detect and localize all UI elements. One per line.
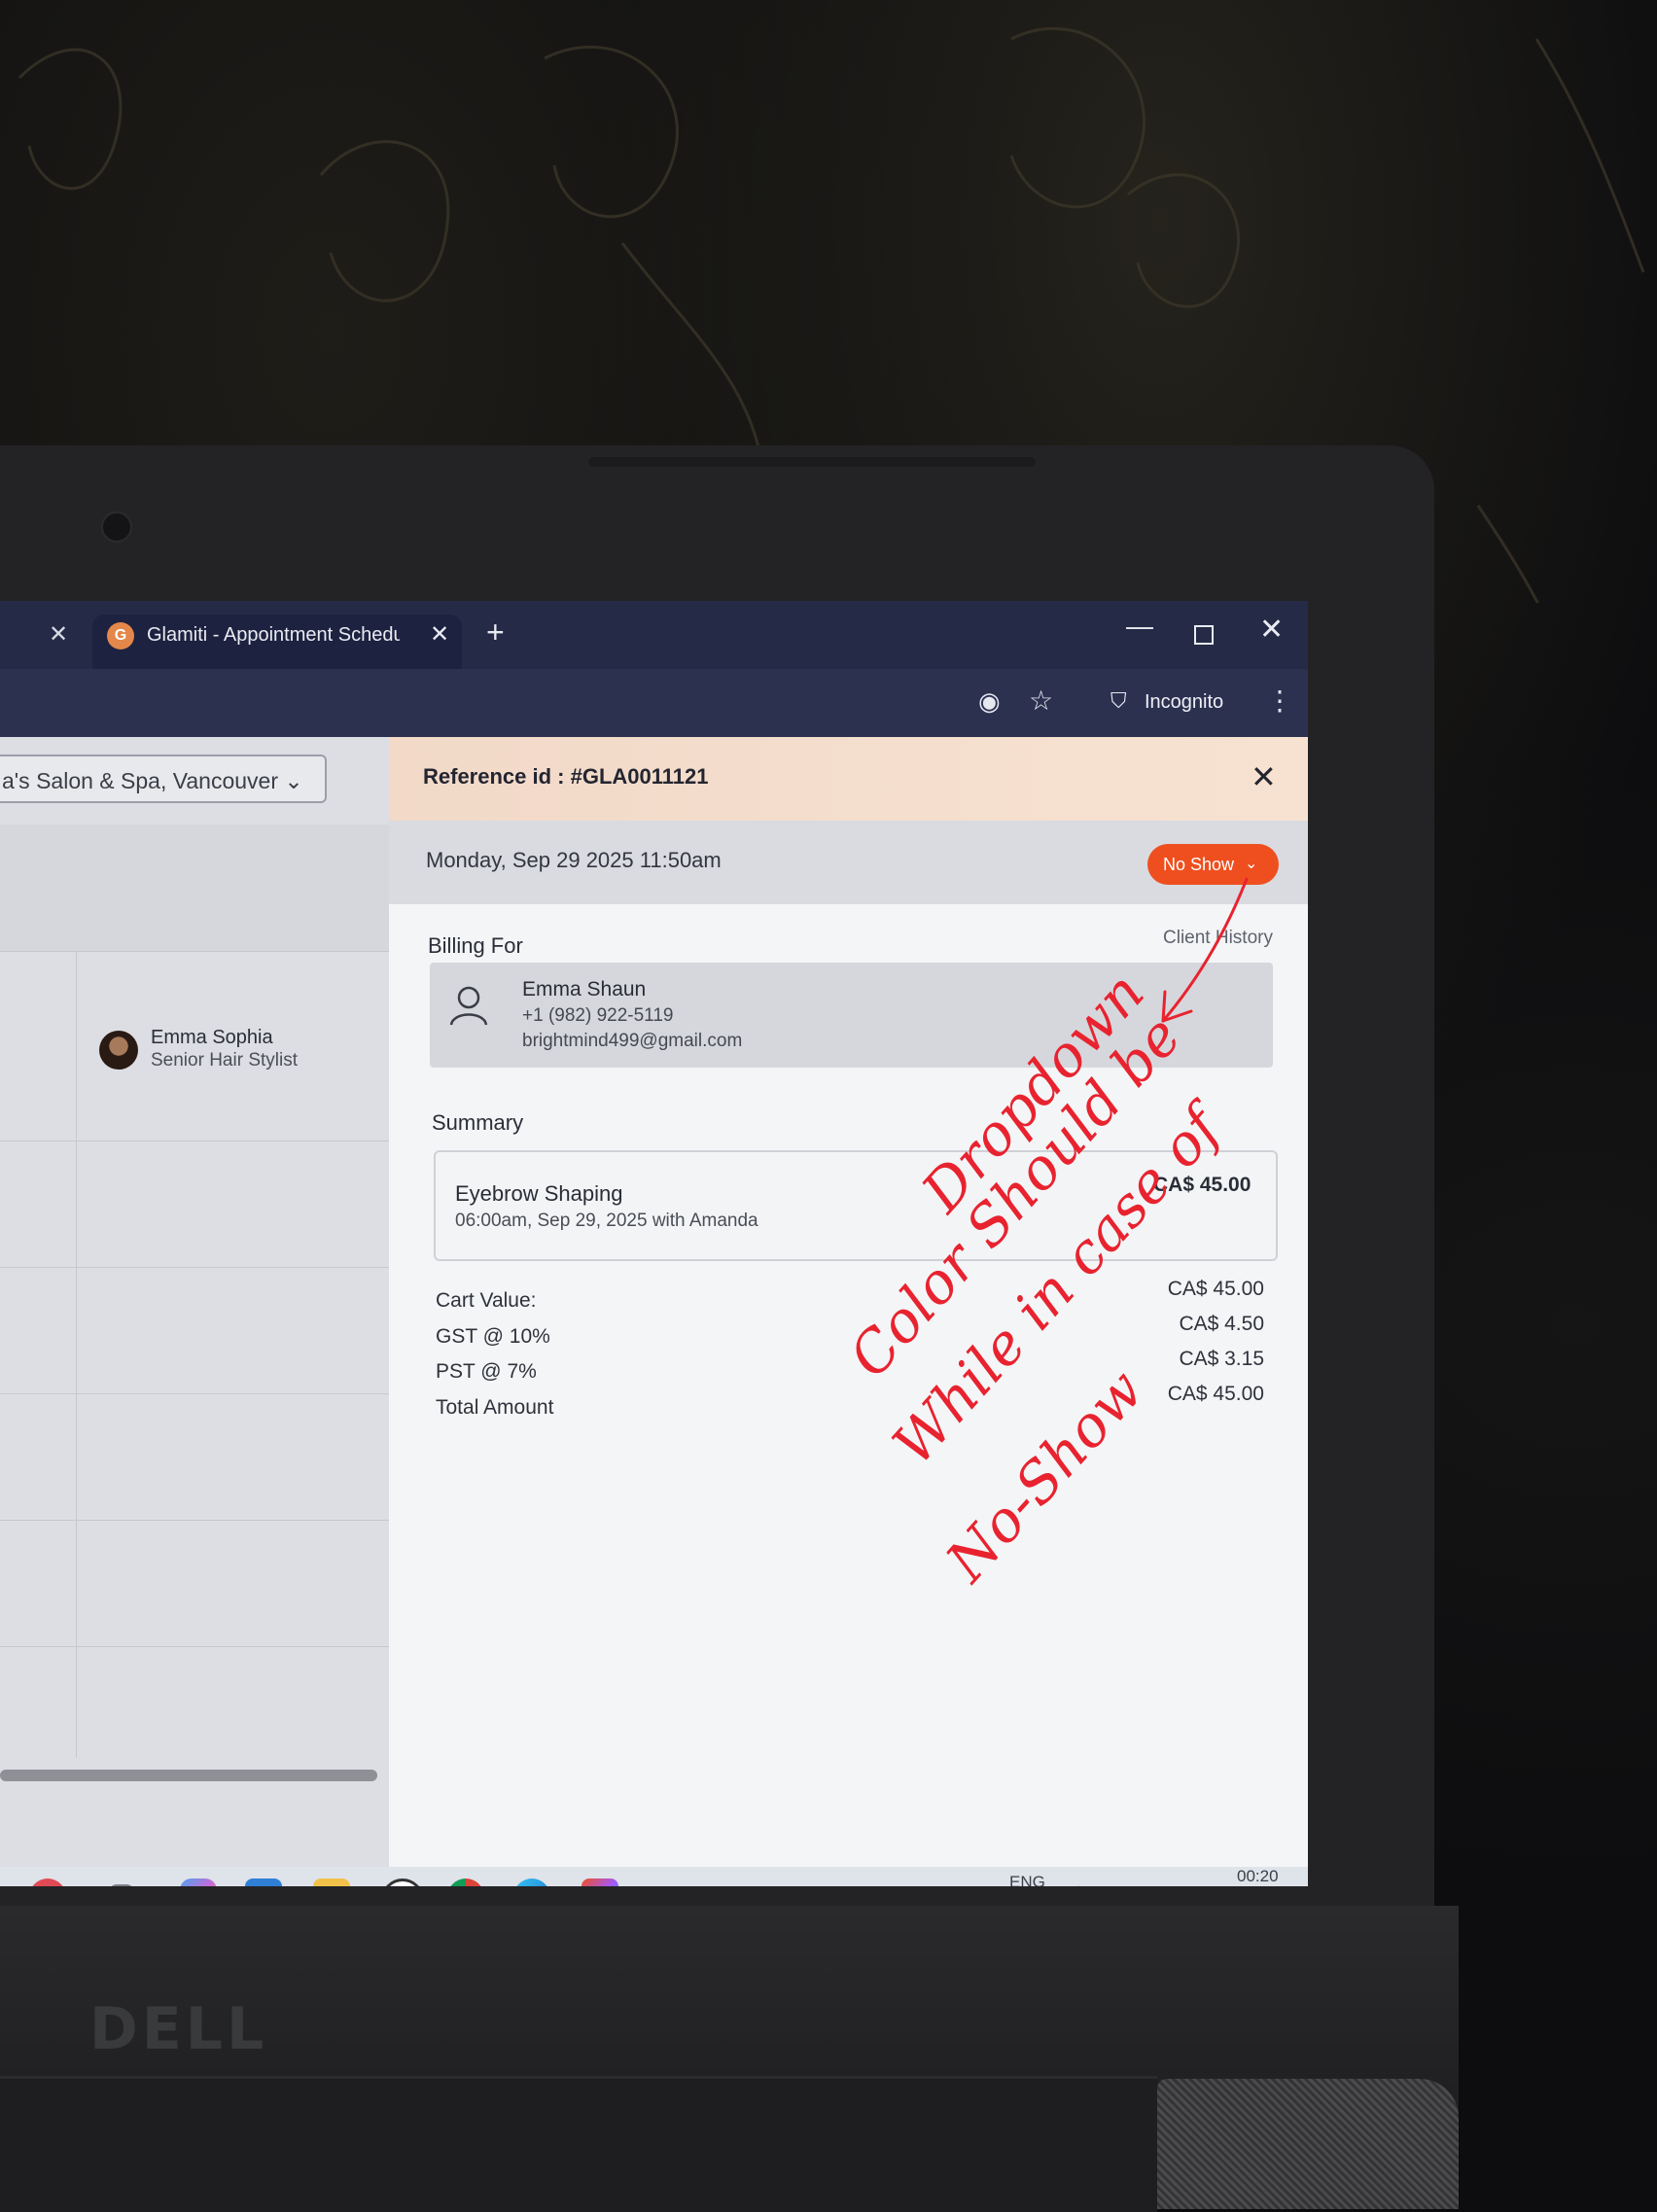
location-value: a's Salon & Spa, Vancouver <box>2 768 278 793</box>
kebab-menu-icon[interactable]: ⋮ <box>1266 685 1293 717</box>
person-icon <box>449 986 488 1026</box>
calendar-header <box>0 825 413 951</box>
pst-label: PST @ 7% <box>436 1360 537 1383</box>
appointment-drawer: Reference id : #GLA0011121 ✕ Monday, Sep… <box>389 737 1308 1867</box>
cart-value-label: Cart Value: <box>436 1289 537 1312</box>
store-icon[interactable] <box>245 1878 282 1886</box>
tab-close-icon[interactable]: ✕ <box>430 620 449 649</box>
close-icon[interactable]: ✕ <box>49 620 68 649</box>
appointment-date-row: Monday, Sep 29 2025 11:50am No Show ⌄ <box>389 821 1308 904</box>
summary-label: Summary <box>432 1110 524 1135</box>
stylist-name: Emma Sophia <box>151 1027 273 1048</box>
eye-off-icon[interactable]: ◉ <box>978 686 1001 717</box>
chevron-down-icon: ⌄ <box>1245 856 1258 872</box>
stylist-role: Senior Hair Stylist <box>151 1050 298 1071</box>
app-content: a's Salon & Spa, Vancouver ⌄ Emma Sophia… <box>0 737 1308 1867</box>
speaker-icon[interactable]: ◁ <box>1106 1880 1122 1886</box>
webcam <box>101 511 132 543</box>
wifi-icon[interactable]: ◠ <box>1070 1880 1088 1886</box>
location-select[interactable]: a's Salon & Spa, Vancouver ⌄ <box>0 755 327 803</box>
battery-icon[interactable]: ▭ <box>1140 1880 1160 1886</box>
copilot-icon[interactable] <box>180 1878 217 1886</box>
client-email: brightmind499@gmail.com <box>522 1031 743 1051</box>
grid-line <box>0 951 413 952</box>
pst-value: CA$ 3.15 <box>1179 1348 1264 1370</box>
close-icon[interactable]: ✕ <box>1251 758 1277 795</box>
billing-label: Billing For <box>428 933 523 958</box>
folder-icon[interactable] <box>313 1878 350 1886</box>
clock-time[interactable]: 00:20 <box>1237 1867 1279 1886</box>
grid-line <box>0 1267 413 1268</box>
gst-value: CA$ 4.50 <box>1179 1313 1264 1335</box>
camera-slot <box>588 457 1036 467</box>
client-phone: +1 (982) 922-5119 <box>522 1005 674 1026</box>
figma-icon[interactable] <box>582 1878 618 1886</box>
service-price: CA$ 45.00 <box>1153 1174 1252 1196</box>
browser-toolbar: ◉ ☆ ⛉ Incognito ⋮ <box>0 669 1308 737</box>
language-code[interactable]: ENG <box>1009 1873 1045 1886</box>
horizontal-scrollbar[interactable] <box>0 1770 377 1781</box>
client-card: Emma Shaun +1 (982) 922-5119 brightmind4… <box>430 963 1273 1068</box>
service-details: 06:00am, Sep 29, 2025 with Amanda <box>455 1211 758 1231</box>
service-card: Eyebrow Shaping 06:00am, Sep 29, 2025 wi… <box>434 1150 1278 1261</box>
calendar-pane: a's Salon & Spa, Vancouver ⌄ Emma Sophia… <box>0 737 413 1867</box>
stylist-avatar[interactable] <box>99 1031 138 1070</box>
tab-title[interactable]: Glamiti - Appointment Schedu <box>147 624 400 647</box>
client-history-link[interactable]: Client History <box>1163 928 1273 949</box>
speaker-grille <box>1157 2079 1459 2209</box>
incognito-label[interactable]: Incognito <box>1145 691 1223 714</box>
grid-line <box>0 1520 413 1521</box>
new-tab-button[interactable]: + <box>486 614 505 650</box>
drawer-header: Reference id : #GLA0011121 ✕ <box>389 737 1308 821</box>
client-name: Emma Shaun <box>522 978 647 1001</box>
total-amount-value: CA$ 45.00 <box>1167 1383 1264 1405</box>
windows-taskbar: ⌃ ☁ ENG IN ◠ ◁ ▭ 00:20 30-09-2025 <box>0 1867 1308 1886</box>
browser-tab-bar: ✕ G Glamiti - Appointment Schedu ✕ + — ✕ <box>0 601 1308 669</box>
maximize-icon[interactable] <box>1194 625 1214 645</box>
gst-label: GST @ 10% <box>436 1325 550 1348</box>
tray-chevron-icon[interactable]: ⌃ <box>916 1884 934 1886</box>
cart-value: CA$ 45.00 <box>1167 1278 1264 1300</box>
reference-id: Reference id : #GLA0011121 <box>423 764 709 789</box>
service-name: Eyebrow Shaping <box>455 1181 623 1206</box>
glamiti-favicon: G <box>107 622 134 650</box>
chatgpt-icon[interactable] <box>381 1878 424 1886</box>
grid-line <box>0 1646 413 1647</box>
appointment-date: Monday, Sep 29 2025 11:50am <box>426 848 722 872</box>
edge-icon[interactable] <box>513 1878 550 1886</box>
incognito-icon: ⛉ <box>1111 688 1127 713</box>
grid-line <box>0 1393 413 1394</box>
laptop-screen: ✕ G Glamiti - Appointment Schedu ✕ + — ✕… <box>0 601 1308 1886</box>
dell-logo: DELL <box>89 1995 268 2063</box>
laptop-hinge <box>0 2076 1157 2212</box>
grid-line <box>76 951 77 1758</box>
total-amount-label: Total Amount <box>436 1396 554 1419</box>
minimize-icon[interactable]: — <box>1126 611 1153 642</box>
cloud-icon[interactable]: ☁ <box>958 1882 979 1886</box>
status-label: No Show <box>1163 855 1235 874</box>
health-app-icon[interactable] <box>29 1878 66 1886</box>
chrome-icon[interactable] <box>447 1878 484 1886</box>
window-close-icon[interactable]: ✕ <box>1259 613 1284 647</box>
star-icon[interactable]: ☆ <box>1029 685 1053 717</box>
status-dropdown[interactable]: No Show ⌄ <box>1147 844 1279 885</box>
file-icon[interactable] <box>109 1884 134 1886</box>
